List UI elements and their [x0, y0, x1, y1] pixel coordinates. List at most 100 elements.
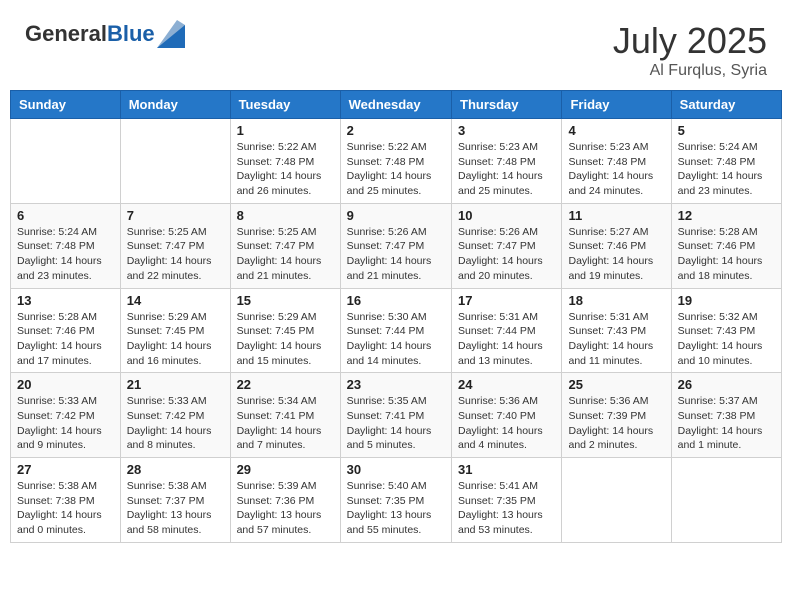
- page-header: GeneralBlue July 2025 Al Furqlus, Syria: [10, 10, 782, 85]
- day-number: 19: [678, 293, 775, 308]
- calendar-week-row: 13 Sunrise: 5:28 AM Sunset: 7:46 PM Dayli…: [11, 288, 782, 373]
- calendar-cell: 22 Sunrise: 5:34 AM Sunset: 7:41 PM Dayli…: [230, 373, 340, 458]
- day-number: 15: [237, 293, 334, 308]
- day-of-week-header: Tuesday: [230, 91, 340, 119]
- calendar-cell: 4Sunrise: 5:23 AM Sunset: 7:48 PM Daylig…: [562, 119, 671, 204]
- day-detail: Sunrise: 5:38 AM Sunset: 7:37 PM Dayligh…: [127, 479, 224, 538]
- calendar-cell: 14 Sunrise: 5:29 AM Sunset: 7:45 PM Dayli…: [120, 288, 230, 373]
- day-detail: Sunrise: 5:22 AM Sunset: 7:48 PM Dayligh…: [237, 140, 334, 199]
- month-year-title: July 2025: [613, 20, 767, 62]
- day-number: 2: [347, 123, 445, 138]
- logo-icon: [157, 20, 185, 48]
- day-detail: Sunrise: 5:26 AM Sunset: 7:47 PM Dayligh…: [347, 225, 445, 284]
- calendar-cell: 1 Sunrise: 5:22 AM Sunset: 7:48 PM Daylig…: [230, 119, 340, 204]
- day-number: 29: [237, 462, 334, 477]
- day-number: 30: [347, 462, 445, 477]
- day-number: 5: [678, 123, 775, 138]
- calendar-cell: 29 Sunrise: 5:39 AM Sunset: 7:36 PM Dayli…: [230, 458, 340, 543]
- day-number: 28: [127, 462, 224, 477]
- day-detail: Sunrise: 5:29 AM Sunset: 7:45 PM Dayligh…: [127, 310, 224, 369]
- day-number: 17: [458, 293, 555, 308]
- day-number: 31: [458, 462, 555, 477]
- calendar-cell: 24 Sunrise: 5:36 AM Sunset: 7:40 PM Dayli…: [452, 373, 562, 458]
- day-detail: Sunrise: 5:23 AM Sunset: 7:48 PM Dayligh…: [458, 140, 555, 199]
- day-detail: Sunrise: 5:25 AM Sunset: 7:47 PM Dayligh…: [237, 225, 334, 284]
- calendar-cell: 3 Sunrise: 5:23 AM Sunset: 7:48 PM Daylig…: [452, 119, 562, 204]
- day-number: 25: [568, 377, 664, 392]
- calendar-cell: 28 Sunrise: 5:38 AM Sunset: 7:37 PM Dayli…: [120, 458, 230, 543]
- calendar-cell: 17 Sunrise: 5:31 AM Sunset: 7:44 PM Dayli…: [452, 288, 562, 373]
- calendar-cell: 20 Sunrise: 5:33 AM Sunset: 7:42 PM Dayli…: [11, 373, 121, 458]
- day-detail: Sunrise: 5:28 AM Sunset: 7:46 PM Dayligh…: [678, 225, 775, 284]
- calendar-cell: 13 Sunrise: 5:28 AM Sunset: 7:46 PM Dayli…: [11, 288, 121, 373]
- day-number: 12: [678, 208, 775, 223]
- day-detail: Sunrise: 5:24 AM Sunset: 7:48 PM Dayligh…: [17, 225, 114, 284]
- calendar-table: SundayMondayTuesdayWednesdayThursdayFrid…: [10, 90, 782, 543]
- day-detail: Sunrise: 5:40 AM Sunset: 7:35 PM Dayligh…: [347, 479, 445, 538]
- day-detail: Sunrise: 5:31 AM Sunset: 7:43 PM Dayligh…: [568, 310, 664, 369]
- day-number: 20: [17, 377, 114, 392]
- calendar-cell: 26 Sunrise: 5:37 AM Sunset: 7:38 PM Dayli…: [671, 373, 781, 458]
- day-of-week-header: Friday: [562, 91, 671, 119]
- calendar-cell: 19 Sunrise: 5:32 AM Sunset: 7:43 PM Dayli…: [671, 288, 781, 373]
- calendar-cell: [671, 458, 781, 543]
- day-number: 13: [17, 293, 114, 308]
- day-number: 1: [237, 123, 334, 138]
- calendar-cell: 16 Sunrise: 5:30 AM Sunset: 7:44 PM Dayli…: [340, 288, 451, 373]
- calendar-cell: 11Sunrise: 5:27 AM Sunset: 7:46 PM Dayli…: [562, 203, 671, 288]
- day-number: 3: [458, 123, 555, 138]
- day-of-week-header: Wednesday: [340, 91, 451, 119]
- day-detail: Sunrise: 5:33 AM Sunset: 7:42 PM Dayligh…: [17, 394, 114, 453]
- calendar-cell: 2 Sunrise: 5:22 AM Sunset: 7:48 PM Daylig…: [340, 119, 451, 204]
- day-detail: Sunrise: 5:35 AM Sunset: 7:41 PM Dayligh…: [347, 394, 445, 453]
- day-number: 14: [127, 293, 224, 308]
- calendar-cell: 23Sunrise: 5:35 AM Sunset: 7:41 PM Dayli…: [340, 373, 451, 458]
- day-detail: Sunrise: 5:27 AM Sunset: 7:46 PM Dayligh…: [568, 225, 664, 284]
- day-number: 26: [678, 377, 775, 392]
- day-detail: Sunrise: 5:31 AM Sunset: 7:44 PM Dayligh…: [458, 310, 555, 369]
- day-detail: Sunrise: 5:28 AM Sunset: 7:46 PM Dayligh…: [17, 310, 114, 369]
- location-subtitle: Al Furqlus, Syria: [613, 62, 767, 80]
- day-number: 10: [458, 208, 555, 223]
- day-number: 22: [237, 377, 334, 392]
- day-of-week-header: Monday: [120, 91, 230, 119]
- title-area: July 2025 Al Furqlus, Syria: [613, 20, 767, 80]
- calendar-cell: 9Sunrise: 5:26 AM Sunset: 7:47 PM Daylig…: [340, 203, 451, 288]
- calendar-cell: 25Sunrise: 5:36 AM Sunset: 7:39 PM Dayli…: [562, 373, 671, 458]
- day-detail: Sunrise: 5:22 AM Sunset: 7:48 PM Dayligh…: [347, 140, 445, 199]
- calendar-week-row: 6Sunrise: 5:24 AM Sunset: 7:48 PM Daylig…: [11, 203, 782, 288]
- logo-general: General: [25, 21, 107, 46]
- calendar-cell: 10 Sunrise: 5:26 AM Sunset: 7:47 PM Dayli…: [452, 203, 562, 288]
- day-detail: Sunrise: 5:38 AM Sunset: 7:38 PM Dayligh…: [17, 479, 114, 538]
- logo: GeneralBlue: [25, 20, 185, 48]
- day-detail: Sunrise: 5:32 AM Sunset: 7:43 PM Dayligh…: [678, 310, 775, 369]
- day-detail: Sunrise: 5:24 AM Sunset: 7:48 PM Dayligh…: [678, 140, 775, 199]
- calendar-cell: 12 Sunrise: 5:28 AM Sunset: 7:46 PM Dayli…: [671, 203, 781, 288]
- calendar-cell: 27 Sunrise: 5:38 AM Sunset: 7:38 PM Dayli…: [11, 458, 121, 543]
- day-number: 24: [458, 377, 555, 392]
- day-number: 7: [127, 208, 224, 223]
- day-number: 27: [17, 462, 114, 477]
- calendar-cell: 15Sunrise: 5:29 AM Sunset: 7:45 PM Dayli…: [230, 288, 340, 373]
- day-detail: Sunrise: 5:41 AM Sunset: 7:35 PM Dayligh…: [458, 479, 555, 538]
- day-detail: Sunrise: 5:36 AM Sunset: 7:40 PM Dayligh…: [458, 394, 555, 453]
- day-detail: Sunrise: 5:37 AM Sunset: 7:38 PM Dayligh…: [678, 394, 775, 453]
- calendar-week-row: 20 Sunrise: 5:33 AM Sunset: 7:42 PM Dayli…: [11, 373, 782, 458]
- calendar-cell: [11, 119, 121, 204]
- day-detail: Sunrise: 5:34 AM Sunset: 7:41 PM Dayligh…: [237, 394, 334, 453]
- day-of-week-header: Saturday: [671, 91, 781, 119]
- calendar-cell: 30 Sunrise: 5:40 AM Sunset: 7:35 PM Dayli…: [340, 458, 451, 543]
- calendar-cell: 8 Sunrise: 5:25 AM Sunset: 7:47 PM Daylig…: [230, 203, 340, 288]
- day-number: 8: [237, 208, 334, 223]
- calendar-cell: 6Sunrise: 5:24 AM Sunset: 7:48 PM Daylig…: [11, 203, 121, 288]
- day-detail: Sunrise: 5:30 AM Sunset: 7:44 PM Dayligh…: [347, 310, 445, 369]
- day-detail: Sunrise: 5:26 AM Sunset: 7:47 PM Dayligh…: [458, 225, 555, 284]
- day-detail: Sunrise: 5:33 AM Sunset: 7:42 PM Dayligh…: [127, 394, 224, 453]
- day-number: 21: [127, 377, 224, 392]
- day-detail: Sunrise: 5:39 AM Sunset: 7:36 PM Dayligh…: [237, 479, 334, 538]
- calendar-cell: 21 Sunrise: 5:33 AM Sunset: 7:42 PM Dayli…: [120, 373, 230, 458]
- day-number: 16: [347, 293, 445, 308]
- calendar-week-row: 27 Sunrise: 5:38 AM Sunset: 7:38 PM Dayli…: [11, 458, 782, 543]
- calendar-cell: [120, 119, 230, 204]
- day-number: 4: [568, 123, 664, 138]
